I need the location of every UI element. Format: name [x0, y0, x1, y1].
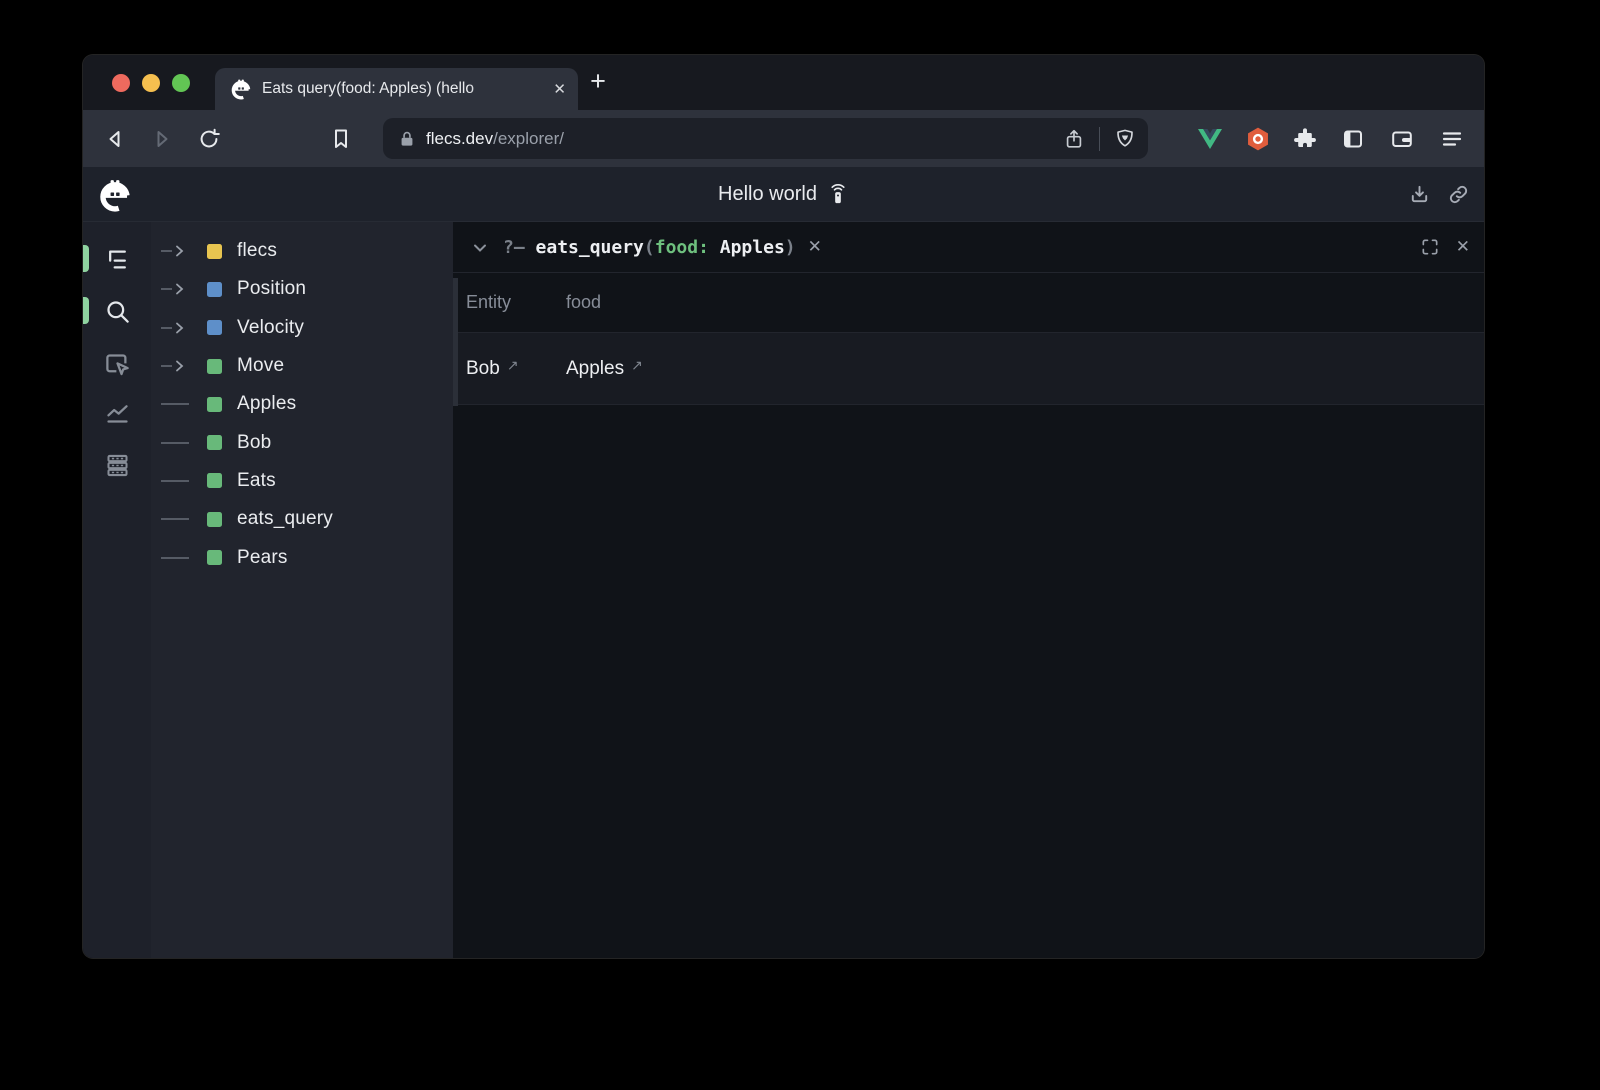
browser-tab[interactable]: Eats query(food: Apples) (hello ✕ — [215, 68, 578, 110]
page-header: Hello world — [83, 167, 1484, 222]
forward-button[interactable] — [150, 127, 174, 151]
flecs-logo-icon[interactable] — [96, 176, 134, 214]
toolbar-separator — [1099, 127, 1100, 151]
tree-item-apples[interactable]: Apples — [151, 385, 453, 423]
reload-button[interactable] — [197, 127, 221, 151]
tree-connector — [161, 442, 207, 444]
tree-item-label: flecs — [237, 240, 277, 262]
component-color-swatch — [207, 282, 222, 297]
brave-shield-icon[interactable] — [1114, 128, 1136, 150]
url-text: flecs.dev/explorer/ — [426, 129, 564, 149]
browser-toolbar: flecs.dev/explorer/ — [83, 110, 1484, 167]
tree-item-label: Velocity — [237, 317, 304, 339]
query-clear-icon[interactable]: ✕ — [808, 237, 822, 257]
address-bar[interactable]: flecs.dev/explorer/ — [383, 118, 1148, 159]
tree-item-label: Pears — [237, 547, 288, 569]
collapse-chevron-icon[interactable] — [471, 239, 489, 257]
tree-item-label: Eats — [237, 470, 276, 492]
lock-icon — [397, 129, 417, 149]
component-color-swatch — [207, 550, 222, 565]
back-button[interactable] — [103, 127, 127, 151]
entity-cell-value[interactable]: Bob — [466, 358, 500, 380]
component-color-swatch — [207, 512, 222, 527]
sidebar-toggle-icon[interactable] — [1341, 127, 1365, 151]
expand-arrow-icon[interactable] — [161, 243, 207, 259]
share-icon[interactable] — [1063, 128, 1085, 150]
remote-connection-icon[interactable] — [827, 182, 849, 206]
menu-hamburger-icon[interactable] — [1440, 127, 1464, 151]
tree-item-eats-query[interactable]: eats_query — [151, 500, 453, 538]
table-header-row: Entity food — [453, 272, 1484, 333]
external-link-icon[interactable]: ↗ — [507, 357, 519, 374]
tab-bar: Eats query(food: Apples) (hello ✕ + — [83, 55, 1484, 110]
console-tab[interactable] — [83, 448, 151, 482]
external-link-icon[interactable]: ↗ — [631, 357, 643, 374]
query-search-tab[interactable] — [83, 294, 151, 328]
browser-window: Eats query(food: Apples) (hello ✕ + — [83, 55, 1484, 958]
tree-item-position[interactable]: Position — [151, 270, 453, 308]
flecs-explorer-page: Hello world — [83, 167, 1484, 958]
tree-item-flecs[interactable]: flecs — [151, 232, 453, 270]
query-header: ?– eats_query(food: Apples) ✕ ✕ — [453, 222, 1484, 272]
tree-connector — [161, 518, 207, 520]
entity-tree-tab[interactable] — [83, 242, 151, 276]
component-color-swatch — [207, 320, 222, 335]
tree-connector — [161, 480, 207, 482]
query-results-table: Entity food Bob ↗ Apples ↗ — [453, 272, 1484, 405]
minimize-window-button[interactable] — [142, 74, 160, 92]
tree-item-velocity[interactable]: Velocity — [151, 309, 453, 347]
table-row[interactable]: Bob ↗ Apples ↗ — [453, 333, 1484, 405]
page-title: Hello world — [718, 183, 817, 206]
expand-arrow-icon[interactable] — [161, 320, 207, 336]
tree-item-label: Bob — [237, 432, 271, 454]
scrollbar-thumb[interactable] — [453, 278, 458, 406]
expand-arrow-icon[interactable] — [161, 358, 207, 374]
fullscreen-icon[interactable] — [1420, 237, 1440, 257]
link-icon[interactable] — [1447, 183, 1470, 206]
bookmark-icon[interactable] — [329, 127, 353, 151]
tree-item-label: Move — [237, 355, 284, 377]
column-header-food[interactable]: food — [566, 292, 1484, 313]
component-color-swatch — [207, 435, 222, 450]
entity-tree-panel: flecs Position Velocity Move — [151, 222, 453, 958]
tree-item-label: Apples — [237, 393, 296, 415]
tree-connector — [161, 557, 207, 559]
component-color-swatch — [207, 397, 222, 412]
tree-item-label: Position — [237, 278, 306, 300]
close-window-button[interactable] — [112, 74, 130, 92]
tree-item-bob[interactable]: Bob — [151, 423, 453, 461]
flecs-favicon-icon — [229, 77, 253, 101]
inspector-tab[interactable] — [83, 347, 151, 381]
tree-connector — [161, 403, 207, 405]
expand-arrow-icon[interactable] — [161, 281, 207, 297]
tree-item-label: eats_query — [237, 508, 333, 530]
zoom-window-button[interactable] — [172, 74, 190, 92]
hexagon-extension-icon[interactable] — [1245, 126, 1271, 152]
tree-item-move[interactable]: Move — [151, 347, 453, 385]
component-color-swatch — [207, 244, 222, 259]
extensions-puzzle-icon[interactable] — [1293, 127, 1317, 151]
tree-item-eats[interactable]: Eats — [151, 462, 453, 500]
icon-rail — [83, 222, 151, 958]
tree-item-pears[interactable]: Pears — [151, 538, 453, 576]
query-panel: ?– eats_query(food: Apples) ✕ ✕ Entity — [453, 222, 1484, 958]
tab-close-icon[interactable]: ✕ — [553, 80, 566, 98]
query-expression[interactable]: ?– eats_query(food: Apples) — [503, 237, 796, 258]
traffic-lights — [112, 74, 190, 92]
query-panel-close-icon[interactable]: ✕ — [1456, 237, 1470, 257]
stats-tab[interactable] — [83, 395, 151, 429]
component-color-swatch — [207, 359, 222, 374]
download-icon[interactable] — [1408, 183, 1431, 206]
vue-devtools-extension-icon[interactable] — [1197, 127, 1223, 151]
wallet-icon[interactable] — [1390, 127, 1414, 151]
tab-title: Eats query(food: Apples) (hello — [262, 80, 547, 98]
column-header-entity[interactable]: Entity — [466, 292, 566, 313]
food-cell-value[interactable]: Apples — [566, 358, 624, 380]
component-color-swatch — [207, 473, 222, 488]
new-tab-button[interactable]: + — [583, 67, 613, 97]
